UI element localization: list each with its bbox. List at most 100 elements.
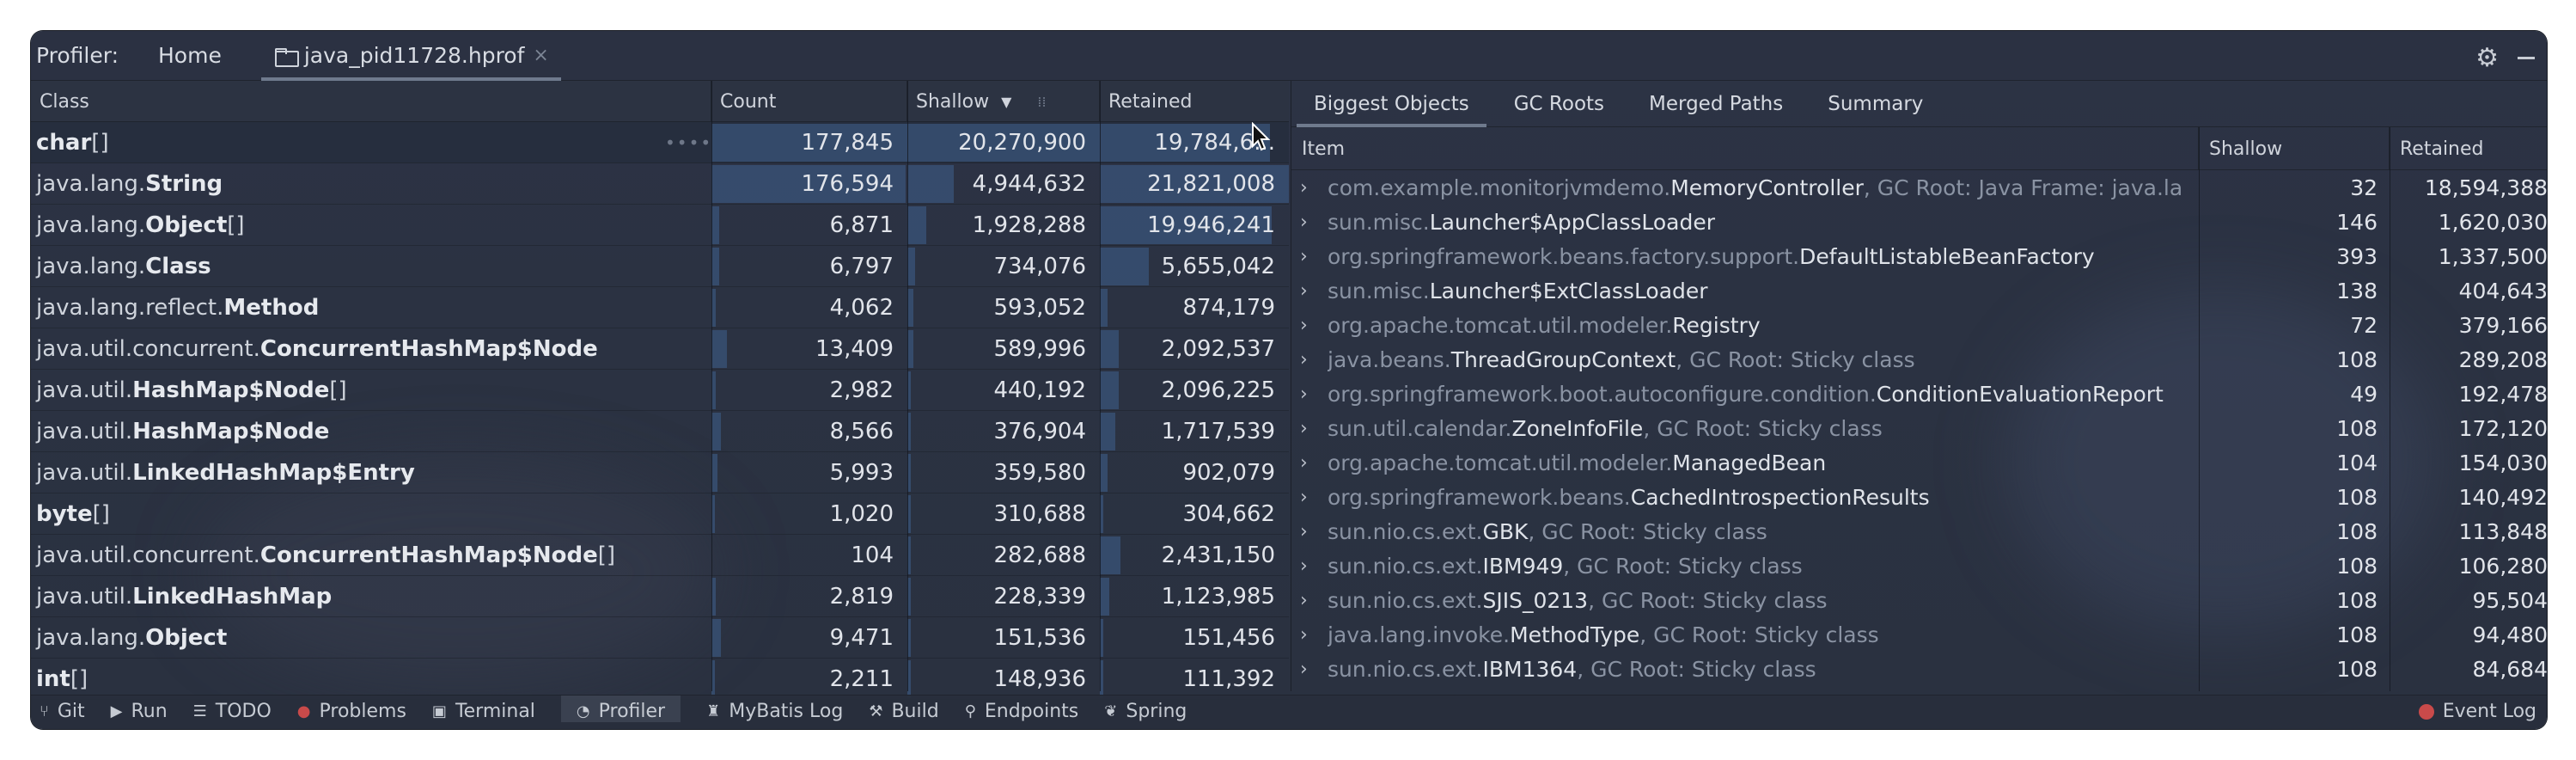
chevron-right-icon[interactable]: › [1300, 411, 1308, 445]
chevron-right-icon[interactable]: › [1300, 514, 1308, 549]
chevron-right-icon[interactable]: › [1300, 205, 1308, 239]
chevron-right-icon[interactable]: › [1300, 445, 1308, 480]
class-package: java.util.concurrent. [36, 336, 260, 362]
chevron-right-icon[interactable]: › [1300, 170, 1308, 205]
toolwindow-run[interactable]: ▶ Run [111, 696, 168, 722]
chevron-right-icon[interactable]: › [1300, 342, 1308, 377]
toolwindow-build[interactable]: ⚒ Build [869, 696, 938, 722]
toolwindow-mybatis-log[interactable]: ♜ MyBatis Log [706, 696, 843, 722]
column-header-retained[interactable]: Retained [1100, 81, 1289, 122]
object-retained-cell: 84,172 [2390, 686, 2547, 692]
object-shallow-cell: 32 [2350, 175, 2378, 200]
event-log-button[interactable]: Event Log [2418, 696, 2536, 722]
column-divider [1100, 81, 1101, 691]
class-simple-name: Object [145, 212, 228, 238]
object-row[interactable]: › sun.util.calendar. ZoneInfoFile, GC Root… [1291, 411, 2547, 445]
object-class-name: ThreadGroupContext [1450, 346, 1676, 372]
tab-gc-roots[interactable]: GC Roots [1514, 81, 1604, 127]
toolwindow-todo[interactable]: ☰ TODO [193, 696, 272, 722]
toolwindow-spring[interactable]: ❦ Spring [1104, 696, 1187, 722]
column-header-count[interactable]: Count [711, 81, 907, 122]
toolwindow-label: TODO [215, 701, 272, 722]
class-suffix: [] [227, 212, 245, 238]
object-row[interactable]: › org.springframework.beans.factory.suppo… [1291, 239, 2547, 273]
class-simple-name: Class [145, 254, 211, 279]
object-item-cell: sun.nio.cs.ext.IBM933, GC Root: Sticky c… [1328, 686, 2195, 692]
retained-cell: 19,946,241 [1147, 212, 1275, 238]
object-row[interactable]: › sun.misc. Launcher$ExtClassLoader 138 404,… [1291, 273, 2547, 308]
retained-cell: 2,096,225 [1161, 377, 1275, 403]
toolwindow-label: Git [57, 701, 85, 722]
chevron-right-icon[interactable]: › [1300, 686, 1308, 691]
chevron-right-icon[interactable]: › [1300, 308, 1308, 342]
object-shallow-cell: 108 [2199, 686, 2390, 692]
object-row[interactable]: › org.apache.tomcat.util.modeler. ManagedB… [1291, 445, 2547, 480]
object-row[interactable]: › sun.nio.cs.ext.IBM933, GC Root: Sticky … [1291, 686, 2547, 692]
object-row[interactable]: › org.springframework.beans. CachedIntrosp… [1291, 480, 2547, 514]
toolwindow-endpoints[interactable]: ⚲ Endpoints [965, 696, 1079, 722]
object-row[interactable]: › org.apache.tomcat.util.modeler. Registry… [1291, 308, 2547, 342]
toolwindow-label: Terminal [455, 701, 535, 722]
chevron-right-icon[interactable]: › [1300, 480, 1308, 514]
object-item-cell: sun.util.calendar. ZoneInfoFile, GC Root:… [1328, 411, 2195, 445]
object-row[interactable]: › java.beans. ThreadGroupContext, GC Root:… [1291, 342, 2547, 377]
column-header-shallow[interactable]: Shallow ▼ ⁞⁞ [907, 81, 1100, 122]
minimize-icon[interactable] [2518, 57, 2535, 59]
tab-biggest-objects[interactable]: Biggest Objects [1297, 81, 1486, 127]
toolwindow-label: Endpoints [984, 701, 1079, 722]
gear-icon[interactable]: ⚙ [2475, 43, 2499, 73]
tab-summary[interactable]: Summary [1828, 81, 1923, 127]
shallow-cell: 4,944,632 [972, 171, 1086, 197]
toolwindow-profiler[interactable]: ◔ Profiler [560, 696, 681, 722]
class-package: java.lang. [36, 254, 146, 279]
object-class-name: IBM1364 [1482, 656, 1578, 682]
object-row[interactable]: › sun.nio.cs.ext. IBM1364, GC Root: Sticky… [1291, 652, 2547, 686]
object-class-name: IBM949 [1482, 553, 1564, 579]
object-class-name: ZoneInfoFile [1511, 415, 1644, 441]
class-name-cell: java.lang. String [36, 163, 706, 205]
object-package: org.apache.tomcat.util.modeler. [1328, 312, 1673, 338]
object-retained-cell: 1,337,500 [2438, 243, 2547, 269]
class-simple-name: ConcurrentHashMap$Node [259, 336, 598, 362]
tab-hprof-file[interactable]: java_pid11728.hprof × [260, 31, 561, 81]
close-icon[interactable]: × [533, 45, 548, 66]
retained-cell: 151,456 [1182, 625, 1275, 651]
chevron-right-icon[interactable]: › [1300, 273, 1308, 308]
object-row[interactable]: › sun.nio.cs.ext. IBM949, GC Root: Sticky … [1291, 549, 2547, 583]
toolwindow-terminal[interactable]: ▣ Terminal [432, 696, 535, 722]
object-package: sun.nio.cs.ext. [1328, 691, 1482, 692]
tab-merged-paths[interactable]: Merged Paths [1649, 81, 1783, 127]
object-shallow-cell: 49 [2350, 381, 2378, 407]
shallow-cell: 151,536 [993, 625, 1086, 651]
object-row[interactable]: › sun.nio.cs.ext. SJIS_0213, GC Root: Stic… [1291, 583, 2547, 617]
class-package: java.util.concurrent. [36, 542, 260, 568]
object-retained-cell: 140,492 [2458, 484, 2547, 510]
toolwindow-label: Run [131, 701, 168, 722]
object-row[interactable]: › com.example.monitorjvmdemo. MemoryContro… [1291, 170, 2547, 205]
chevron-right-icon[interactable]: › [1300, 377, 1308, 411]
object-row[interactable]: › sun.misc. Launcher$AppClassLoader 146 1,62… [1291, 205, 2547, 239]
object-row[interactable]: › sun.nio.cs.ext. GBK, GC Root: Sticky cla… [1291, 514, 2547, 549]
object-row[interactable]: › org.springframework.boot.autoconfigure.… [1291, 377, 2547, 411]
shallow-cell: 593,052 [993, 295, 1086, 321]
column-header-class[interactable]: Class [31, 81, 711, 122]
column-header-item[interactable]: Item [1291, 127, 2199, 170]
object-item-cell: sun.nio.cs.ext. SJIS_0213, GC Root: Stick… [1328, 583, 2195, 617]
toolwindow-git[interactable]: ⑂ Git [40, 696, 85, 722]
objects-table-body: › com.example.monitorjvmdemo. MemoryContro… [1291, 170, 2547, 692]
column-header-obj-shallow[interactable]: Shallow [2199, 127, 2390, 170]
retained-cell: 1,717,539 [1161, 419, 1275, 444]
chevron-right-icon[interactable]: › [1300, 652, 1308, 686]
chevron-right-icon[interactable]: › [1300, 617, 1308, 652]
chevron-right-icon[interactable]: › [1300, 583, 1308, 617]
class-suffix: [] [597, 542, 616, 568]
class-name-cell: java.util.concurrent. ConcurrentHashMap$N… [36, 535, 706, 576]
object-row[interactable]: › java.lang.invoke. MethodType, GC Root: S… [1291, 617, 2547, 652]
tab-home[interactable]: Home [158, 31, 222, 81]
object-retained-cell: 379,166 [2458, 312, 2547, 338]
column-header-obj-retained[interactable]: Retained [2390, 127, 2547, 170]
toolwindow-problems[interactable]: ● Problems [297, 696, 406, 722]
chevron-right-icon[interactable]: › [1300, 239, 1308, 273]
object-retained-cell: 192,478 [2458, 381, 2547, 407]
chevron-right-icon[interactable]: › [1300, 549, 1308, 583]
